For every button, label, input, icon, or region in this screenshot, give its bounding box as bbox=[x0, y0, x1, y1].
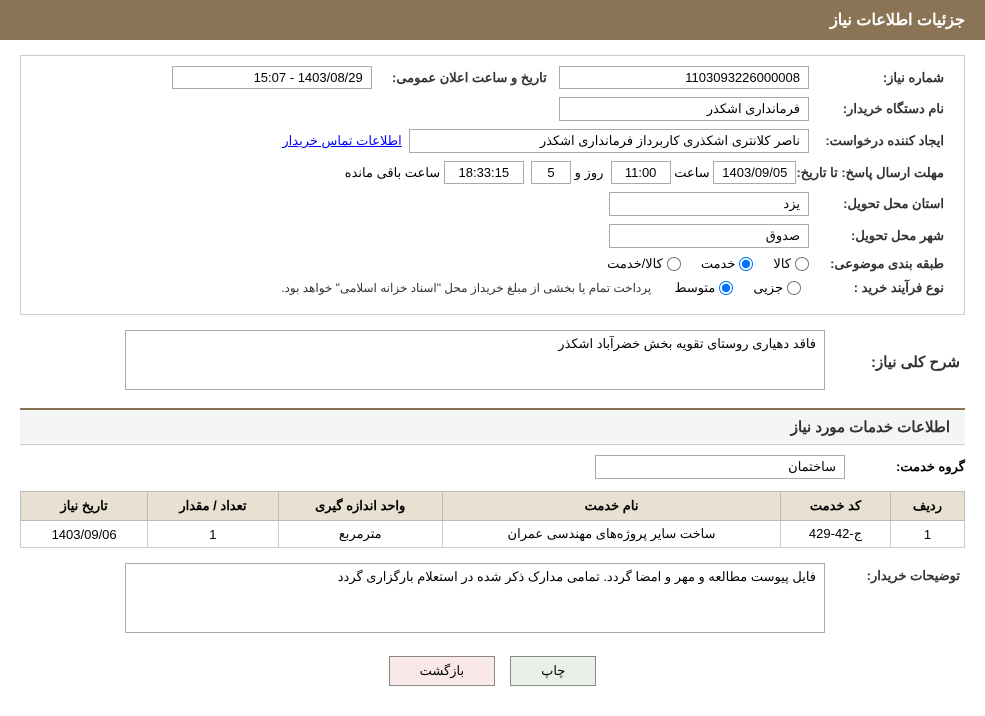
need-number-value: 1103093226000008 bbox=[559, 66, 809, 89]
group-value: ساختمان bbox=[595, 455, 845, 479]
deadline-row: مهلت ارسال پاسخ: تا تاریخ: 1403/09/05 سا… bbox=[36, 161, 949, 184]
category-kala-radio[interactable] bbox=[795, 257, 809, 271]
process-type-row: نوع فرآیند خرید : جزیی متوسط پرداخت تمام… bbox=[36, 280, 949, 296]
category-kala-khadamat-label: کالا/خدمت bbox=[607, 256, 663, 272]
need-desc-row: شرح کلی نیاز: فاقد دهیاری روستای تقویه ب… bbox=[20, 330, 965, 393]
cell-unit: مترمربع bbox=[278, 521, 442, 548]
cell-code: ج-42-429 bbox=[781, 521, 891, 548]
back-button[interactable]: بازگشت bbox=[389, 656, 495, 686]
city-row: شهر محل تحویل: صدوق bbox=[36, 224, 949, 248]
col-name: نام خدمت bbox=[442, 492, 780, 521]
province-label: استان محل تحویل: bbox=[809, 196, 949, 212]
need-number-label: شماره نیاز: bbox=[809, 70, 949, 86]
buttons-row: چاپ بازگشت bbox=[20, 641, 965, 701]
need-number-row: شماره نیاز: 1103093226000008 تاریخ و ساع… bbox=[36, 66, 949, 89]
col-unit: واحد اندازه گیری bbox=[278, 492, 442, 521]
announce-date-value: 1403/08/29 - 15:07 bbox=[172, 66, 372, 89]
cell-row_num: 1 bbox=[890, 521, 964, 548]
need-desc-label: شرح کلی نیاز: bbox=[825, 353, 965, 371]
process-motavasset-radio[interactable] bbox=[719, 281, 733, 295]
deadline-label: مهلت ارسال پاسخ: تا تاریخ: bbox=[796, 165, 949, 181]
page-container: جزئیات اطلاعات نیاز شماره نیاز: 11030932… bbox=[0, 0, 985, 716]
category-khadamat-radio[interactable] bbox=[739, 257, 753, 271]
notes-textarea[interactable] bbox=[125, 563, 825, 633]
category-khadamat[interactable]: خدمت bbox=[701, 256, 754, 272]
category-kala-khadamat[interactable]: کالا/خدمت bbox=[607, 256, 681, 272]
content-area: شماره نیاز: 1103093226000008 تاریخ و ساع… bbox=[0, 40, 985, 716]
page-header: جزئیات اطلاعات نیاز bbox=[0, 0, 985, 40]
process-jozee-label: جزیی bbox=[753, 280, 783, 296]
services-section-title: اطلاعات خدمات مورد نیاز bbox=[20, 408, 965, 445]
notes-row: توضیحات خریدار: bbox=[20, 563, 965, 633]
category-radio-group: کالا خدمت کالا/خدمت bbox=[607, 256, 809, 272]
buyer-org-row: نام دستگاه خریدار: فرمانداری اشکذر bbox=[36, 97, 949, 121]
creator-label: ایجاد کننده درخواست: bbox=[809, 133, 949, 149]
deadline-time-label: ساعت bbox=[674, 165, 709, 181]
buyer-org-label: نام دستگاه خریدار: bbox=[809, 101, 949, 117]
city-value: صدوق bbox=[609, 224, 809, 248]
deadline-remaining: 18:33:15 bbox=[444, 161, 524, 184]
col-row-num: ردیف bbox=[890, 492, 964, 521]
page-title: جزئیات اطلاعات نیاز bbox=[830, 12, 965, 29]
city-label: شهر محل تحویل: bbox=[809, 228, 949, 244]
deadline-days: 5 bbox=[531, 161, 571, 184]
table-row: 1ج-42-429ساخت سایر پروژه‌های مهندسی عمرا… bbox=[21, 521, 965, 548]
services-table: ردیف کد خدمت نام خدمت واحد اندازه گیری ت… bbox=[20, 491, 965, 548]
creator-row: ایجاد کننده درخواست: ناصر کلانتری اشکذری… bbox=[36, 129, 949, 153]
cell-name: ساخت سایر پروژه‌های مهندسی عمران bbox=[442, 521, 780, 548]
need-desc-textarea[interactable]: فاقد دهیاری روستای تقویه بخش خضرآباد اشک… bbox=[125, 330, 825, 390]
group-service-row: گروه خدمت: ساختمان bbox=[20, 455, 965, 479]
deadline-time: 11:00 bbox=[611, 161, 671, 184]
category-label: طبقه بندی موضوعی: bbox=[809, 256, 949, 272]
creator-contact-link[interactable]: اطلاعات تماس خریدار bbox=[282, 133, 401, 149]
deadline-remaining-label: ساعت باقی مانده bbox=[345, 165, 440, 181]
province-row: استان محل تحویل: یزد bbox=[36, 192, 949, 216]
deadline-day-label: روز و bbox=[575, 165, 604, 181]
category-row: طبقه بندی موضوعی: کالا خدمت کالا/خدمت bbox=[36, 256, 949, 272]
cell-date: 1403/09/06 bbox=[21, 521, 148, 548]
category-khadamat-label: خدمت bbox=[701, 256, 736, 272]
process-jozee-radio[interactable] bbox=[787, 281, 801, 295]
col-qty: تعداد / مقدار bbox=[148, 492, 278, 521]
creator-value: ناصر کلانتری اشکذری کاربرداز فرمانداری ا… bbox=[409, 129, 809, 153]
cell-qty: 1 bbox=[148, 521, 278, 548]
process-motavasset[interactable]: متوسط bbox=[674, 280, 733, 296]
announce-date-label: تاریخ و ساعت اعلان عمومی: bbox=[372, 70, 552, 86]
process-motavasset-label: متوسط bbox=[674, 280, 715, 296]
category-kala[interactable]: کالا bbox=[773, 256, 809, 272]
process-note: پرداخت تمام یا بخشی از مبلغ خریداز محل "… bbox=[281, 281, 651, 295]
notes-label: توضیحات خریدار: bbox=[825, 563, 965, 584]
buyer-org-value: فرمانداری اشکذر bbox=[559, 97, 809, 121]
services-table-section: ردیف کد خدمت نام خدمت واحد اندازه گیری ت… bbox=[20, 491, 965, 548]
process-jozee[interactable]: جزیی bbox=[753, 280, 801, 296]
main-info-section: شماره نیاز: 1103093226000008 تاریخ و ساع… bbox=[20, 55, 965, 315]
category-kala-label: کالا bbox=[773, 256, 791, 272]
deadline-date: 1403/09/05 bbox=[713, 161, 796, 184]
group-label: گروه خدمت: bbox=[855, 459, 965, 475]
print-button[interactable]: چاپ bbox=[510, 656, 596, 686]
process-radio-group: جزیی متوسط bbox=[674, 280, 801, 296]
province-value: یزد bbox=[609, 192, 809, 216]
col-code: کد خدمت bbox=[781, 492, 891, 521]
process-label: نوع فرآیند خرید : bbox=[809, 280, 949, 296]
col-date: تاریخ نیاز bbox=[21, 492, 148, 521]
table-header-row: ردیف کد خدمت نام خدمت واحد اندازه گیری ت… bbox=[21, 492, 965, 521]
need-desc-area: فاقد دهیاری روستای تقویه بخش خضرآباد اشک… bbox=[20, 330, 825, 393]
category-kala-khadamat-radio[interactable] bbox=[667, 257, 681, 271]
